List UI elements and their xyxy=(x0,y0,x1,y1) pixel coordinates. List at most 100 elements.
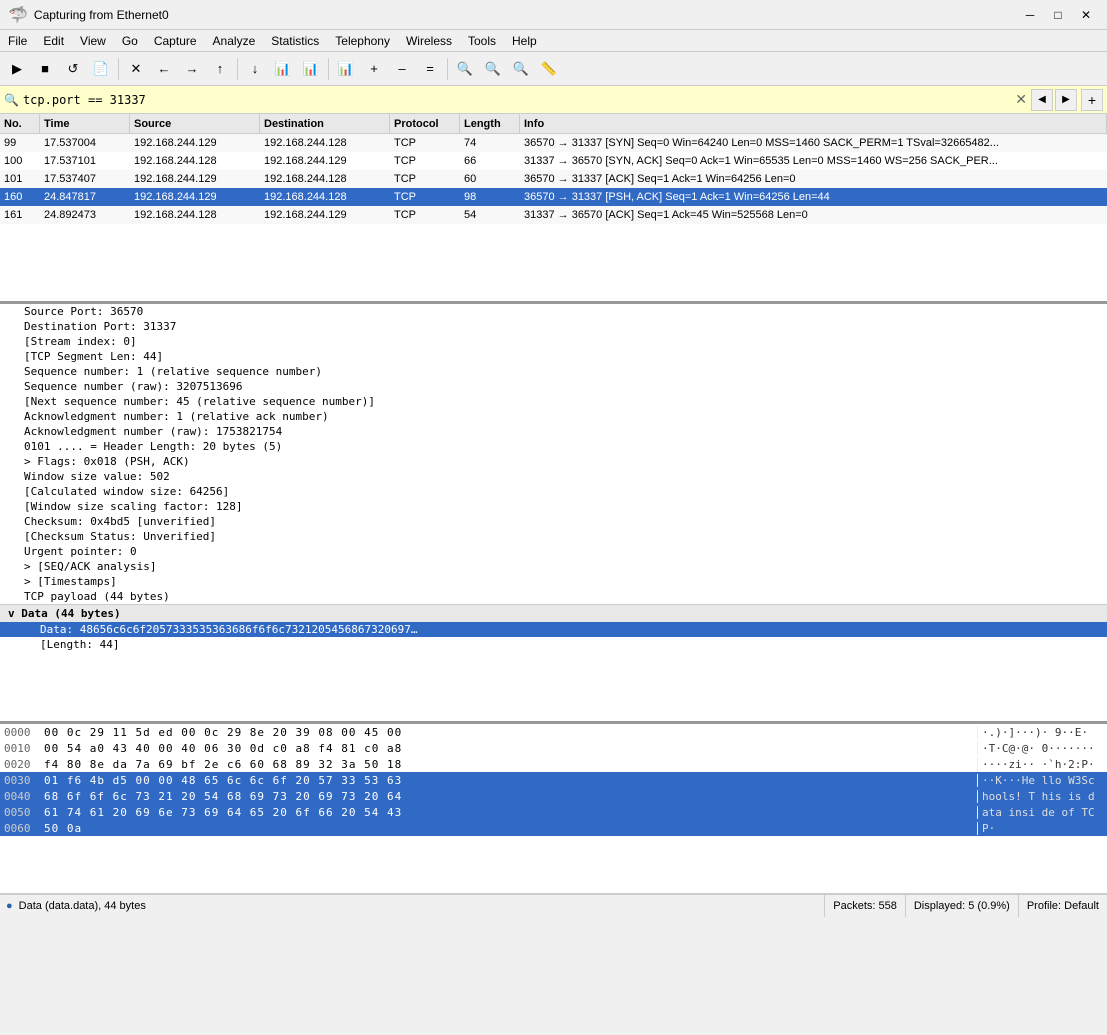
scroll-start-button[interactable]: ↑ xyxy=(207,56,233,82)
filter-expr-button[interactable]: 🔍 xyxy=(452,56,478,82)
menu-item-edit[interactable]: Edit xyxy=(35,30,72,52)
filter-input[interactable] xyxy=(23,89,1011,111)
detail-line[interactable]: [Checksum Status: Unverified] xyxy=(0,529,1107,544)
packet-header-protocol[interactable]: Protocol xyxy=(390,114,460,133)
packet-cell-time: 17.537004 xyxy=(40,137,130,149)
detail-line[interactable]: 0101 .... = Header Length: 20 bytes (5) xyxy=(0,439,1107,454)
status-profile: Profile: Default xyxy=(1018,895,1107,917)
menu-item-file[interactable]: File xyxy=(0,30,35,52)
detail-line[interactable]: [Calculated window size: 64256] xyxy=(0,484,1107,499)
detail-line[interactable]: Source Port: 36570 xyxy=(0,304,1107,319)
prev-packet-button[interactable]: – xyxy=(389,56,415,82)
detail-line[interactable]: [TCP Segment Len: 44] xyxy=(0,349,1107,364)
detail-line[interactable]: Acknowledgment number: 1 (relative ack n… xyxy=(0,409,1107,424)
packet-row[interactable]: 9917.537004192.168.244.129192.168.244.12… xyxy=(0,134,1107,152)
packet-row[interactable]: 16024.847817192.168.244.129192.168.244.1… xyxy=(0,188,1107,206)
packet-row[interactable]: 10117.537407192.168.244.129192.168.244.1… xyxy=(0,170,1107,188)
detail-line[interactable]: > [Timestamps] xyxy=(0,574,1107,589)
maximize-button[interactable]: □ xyxy=(1045,5,1071,25)
packet-header-info[interactable]: Info xyxy=(520,114,1107,133)
detail-line[interactable]: TCP payload (44 bytes) xyxy=(0,589,1107,604)
go-to-packet-button[interactable]: + xyxy=(361,56,387,82)
menu-item-wireless[interactable]: Wireless xyxy=(398,30,460,52)
hex-row[interactable]: 0020f4 80 8e da 7a 69 bf 2e c6 60 68 89 … xyxy=(0,756,1107,772)
restart-capture-button[interactable]: ↺ xyxy=(60,56,86,82)
minimize-button[interactable]: ─ xyxy=(1017,5,1043,25)
packet-cell-no: 101 xyxy=(0,173,40,185)
toolbar-separator xyxy=(118,58,119,80)
filter-next-button[interactable]: ▶ xyxy=(1055,89,1077,111)
hex-ascii: ····zi·· ·`h·2:P· xyxy=(977,758,1107,771)
packet-cell-no: 161 xyxy=(0,209,40,221)
close-button[interactable]: ✕ xyxy=(1073,5,1099,25)
scroll-end-button[interactable]: ↓ xyxy=(242,56,268,82)
packet-cell-time: 17.537407 xyxy=(40,173,130,185)
menu-item-help[interactable]: Help xyxy=(504,30,545,52)
detail-line[interactable]: Acknowledgment number (raw): 1753821754 xyxy=(0,424,1107,439)
hex-row[interactable]: 004068 6f 6f 6c 73 21 20 54 68 69 73 20 … xyxy=(0,788,1107,804)
packet-row[interactable]: 16124.892473192.168.244.128192.168.244.1… xyxy=(0,206,1107,224)
hex-ascii: ·T·C@·@· 0······· xyxy=(977,742,1107,755)
menu-item-tools[interactable]: Tools xyxy=(460,30,504,52)
filter-add-button[interactable]: + xyxy=(1081,89,1103,111)
detail-line[interactable]: [Next sequence number: 45 (relative sequ… xyxy=(0,394,1107,409)
hex-ascii: ata insi de of TC xyxy=(977,806,1107,819)
hex-row[interactable]: 001000 54 a0 43 40 00 40 06 30 0d c0 a8 … xyxy=(0,740,1107,756)
detail-line[interactable]: > [SEQ/ACK analysis] xyxy=(0,559,1107,574)
status-bar: ● Data (data.data), 44 bytes Packets: 55… xyxy=(0,894,1107,916)
filter-clear-button[interactable]: ✕ xyxy=(1015,91,1027,108)
hex-row[interactable]: 003001 f6 4b d5 00 00 48 65 6c 6c 6f 20 … xyxy=(0,772,1107,788)
detail-line[interactable]: v Data (44 bytes) xyxy=(0,604,1107,622)
detail-line[interactable]: Data: 48656c6c6f2057333535363686f6f6c732… xyxy=(0,622,1107,637)
auto-scroll-button[interactable]: 🔍 xyxy=(508,56,534,82)
next-packet-button[interactable]: = xyxy=(417,56,443,82)
detail-line[interactable]: Sequence number: 1 (relative sequence nu… xyxy=(0,364,1107,379)
toolbar-separator xyxy=(237,58,238,80)
packet-cell-time: 17.537101 xyxy=(40,155,130,167)
filter-prev-button[interactable]: ◀ xyxy=(1031,89,1053,111)
packet-cell-time: 24.892473 xyxy=(40,209,130,221)
detail-line[interactable]: Urgent pointer: 0 xyxy=(0,544,1107,559)
packet-cell-length: 54 xyxy=(460,209,520,221)
colorize-button[interactable]: 🔍 xyxy=(480,56,506,82)
detail-line[interactable]: Sequence number (raw): 3207513696 xyxy=(0,379,1107,394)
menu-item-analyze[interactable]: Analyze xyxy=(205,30,264,52)
menu-item-capture[interactable]: Capture xyxy=(146,30,205,52)
hex-bytes: 00 54 a0 43 40 00 40 06 30 0d c0 a8 f4 8… xyxy=(40,742,977,755)
menu-item-statistics[interactable]: Statistics xyxy=(263,30,327,52)
back-button[interactable]: ← xyxy=(151,56,177,82)
packet-header-source[interactable]: Source xyxy=(130,114,260,133)
detail-line[interactable]: > Flags: 0x018 (PSH, ACK) xyxy=(0,454,1107,469)
packet-row[interactable]: 10017.537101192.168.244.128192.168.244.1… xyxy=(0,152,1107,170)
packet-header-destination[interactable]: Destination xyxy=(260,114,390,133)
info-button[interactable]: 📏 xyxy=(536,56,562,82)
detail-line[interactable]: [Window size scaling factor: 128] xyxy=(0,499,1107,514)
toolbar: ▶■↺📄✕←→↑↓📊📊📊+–=🔍🔍🔍📏 xyxy=(0,52,1107,86)
open-file-button[interactable]: 📄 xyxy=(88,56,114,82)
forward-button[interactable]: → xyxy=(179,56,205,82)
menu-item-go[interactable]: Go xyxy=(114,30,146,52)
stop-capture-button[interactable]: ■ xyxy=(32,56,58,82)
zoom-in-button[interactable]: 📊 xyxy=(270,56,296,82)
packet-header-time[interactable]: Time xyxy=(40,114,130,133)
hex-ascii: ·.)·]···)· 9··E· xyxy=(977,726,1107,739)
hex-row[interactable]: 006050 0aP· xyxy=(0,820,1107,836)
start-capture-button[interactable]: ▶ xyxy=(4,56,30,82)
hex-row[interactable]: 005061 74 61 20 69 6e 73 69 64 65 20 6f … xyxy=(0,804,1107,820)
zoom-reset-button[interactable]: 📊 xyxy=(333,56,359,82)
packet-header-length[interactable]: Length xyxy=(460,114,520,133)
detail-line[interactable]: [Stream index: 0] xyxy=(0,334,1107,349)
detail-line[interactable]: [Length: 44] xyxy=(0,637,1107,652)
detail-line[interactable]: Window size value: 502 xyxy=(0,469,1107,484)
packet-cell-destination: 192.168.244.128 xyxy=(260,191,390,203)
hex-row[interactable]: 000000 0c 29 11 5d ed 00 0c 29 8e 20 39 … xyxy=(0,724,1107,740)
toolbar-separator xyxy=(328,58,329,80)
detail-line[interactable]: Destination Port: 31337 xyxy=(0,319,1107,334)
detail-line[interactable]: Checksum: 0x4bd5 [unverified] xyxy=(0,514,1107,529)
zoom-out-button[interactable]: 📊 xyxy=(298,56,324,82)
close-file-button[interactable]: ✕ xyxy=(123,56,149,82)
packet-cell-protocol: TCP xyxy=(390,155,460,167)
packet-header-no[interactable]: No. xyxy=(0,114,40,133)
menu-item-view[interactable]: View xyxy=(72,30,114,52)
menu-item-telephony[interactable]: Telephony xyxy=(327,30,398,52)
